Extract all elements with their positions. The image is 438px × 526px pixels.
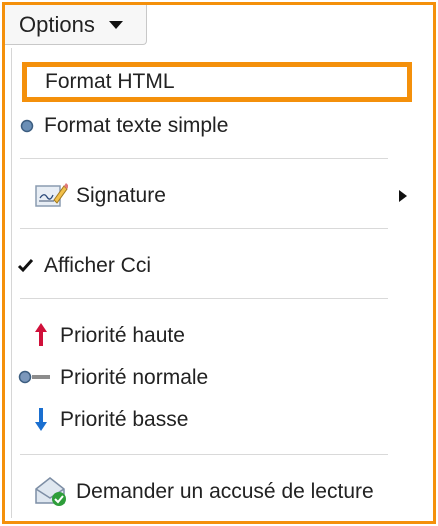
menu-item-priority-low[interactable]: Priorité basse [0, 400, 438, 440]
menu-separator [20, 298, 388, 299]
menu-item-priority-high[interactable]: Priorité haute [0, 316, 438, 356]
menu-item-label: Priorité basse [60, 408, 189, 431]
menu-item-label: Priorité haute [60, 324, 185, 347]
menu-item-format-html[interactable]: Format HTML [22, 62, 412, 102]
menu-item-signature[interactable]: Signature [0, 176, 438, 216]
arrow-up-icon [35, 323, 47, 346]
menu-item-priority-normal[interactable]: Priorité normale [0, 358, 438, 398]
menu-item-label: Format HTML [45, 70, 175, 93]
checkmark-icon [17, 258, 34, 273]
arrow-down-icon [35, 408, 47, 431]
menu-item-label: Afficher Cci [44, 254, 151, 277]
menu-item-label: Demander un accusé de lecture [76, 480, 374, 503]
options-button-label: Options [19, 11, 95, 37]
caret-down-icon [108, 20, 123, 29]
menu-item-label: Format texte simple [44, 114, 229, 137]
menu-separator [20, 454, 388, 455]
envelope-check-icon [35, 477, 66, 506]
menu-item-label: Signature [76, 184, 166, 207]
radio-dot-icon [20, 119, 34, 133]
options-button[interactable]: Options [5, 5, 147, 45]
menu-separator [20, 228, 388, 229]
menu-item-read-receipt[interactable]: Demander un accusé de lecture [0, 472, 438, 512]
submenu-arrow-icon [399, 190, 407, 202]
signature-pen-icon [35, 183, 68, 207]
menu-item-show-bcc[interactable]: Afficher Cci [0, 246, 438, 286]
priority-normal-icon [18, 370, 50, 384]
menu-item-label: Priorité normale [60, 366, 209, 389]
menu-separator [20, 158, 388, 159]
menu-item-format-text[interactable]: Format texte simple [0, 106, 438, 146]
